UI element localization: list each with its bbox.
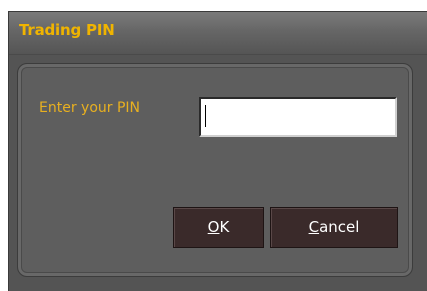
pin-label: Enter your PIN (39, 100, 141, 116)
ok-button[interactable]: OK (173, 207, 264, 248)
pin-input[interactable] (199, 97, 397, 137)
ok-label-rest: K (219, 218, 230, 236)
cancel-mnemonic: C (308, 218, 320, 236)
text-caret (205, 105, 206, 127)
cancel-label-rest: ancel (319, 218, 360, 236)
cancel-button[interactable]: Cancel (270, 207, 398, 248)
dialog-titlebar[interactable]: Trading PIN (9, 12, 427, 55)
dialog-title: Trading PIN (19, 21, 115, 39)
ok-mnemonic: O (207, 218, 220, 236)
